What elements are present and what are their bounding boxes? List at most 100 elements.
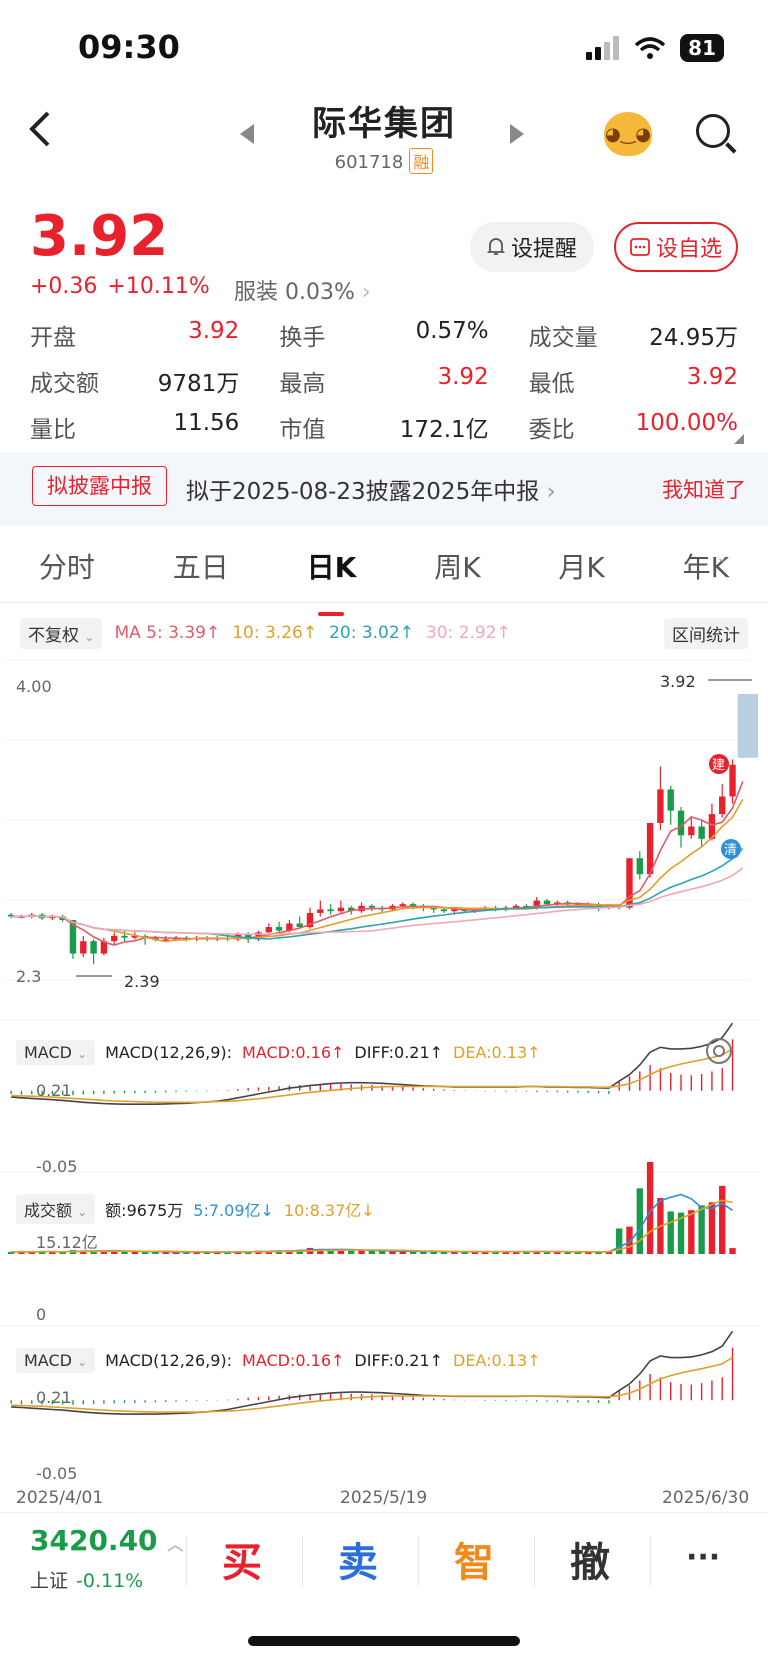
more-button[interactable]: ··· (686, 1540, 720, 1575)
set-alert-label: 设提醒 (510, 237, 577, 262)
stat-item: 成交量 24.95万 (529, 318, 738, 352)
ma-row: 不复权 ⌄ MA 5: 3.39↑ 10: 3.26↑ 20: 3.02↑ 30… (20, 617, 748, 649)
candle-body (719, 796, 726, 815)
quote-stats: 开盘 3.92 换手 0.57% 成交量 24.95万 成交额 9781万 最高 3.92 最低 3.… (30, 318, 738, 444)
expand-corner-icon[interactable] (734, 434, 744, 444)
stat-label: 委比 (528, 417, 575, 443)
action-divider (302, 1536, 303, 1586)
macd1-selector[interactable]: MACD ⌄ (16, 1040, 96, 1065)
signal-icon (586, 36, 620, 60)
stat-value: 9781万 (157, 371, 240, 397)
index-value[interactable]: 3420.40 ︿ (30, 1524, 183, 1557)
tab-period[interactable]: 月K (558, 546, 604, 606)
sector-link[interactable]: 服装 0.03% › (234, 274, 371, 306)
settings-gear-icon[interactable] (706, 1038, 732, 1064)
macd2-diff: DIFF:0.21↑ (354, 1351, 444, 1370)
battery-indicator: 81 (680, 34, 724, 62)
macd1-params: MACD(12,26,9): (105, 1043, 233, 1062)
stat-label: 量比 (30, 417, 76, 443)
candle-body (543, 900, 551, 905)
volume-selector[interactable]: 成交额 ⌄ (16, 1194, 96, 1224)
ma20-value: 20: 3.02↑ (329, 623, 414, 643)
change-percent: +10.11% (107, 274, 210, 299)
buy-marker-text: 建 (712, 758, 725, 773)
tab-period[interactable]: 日K (307, 546, 357, 606)
period-tabs: 分时 五日 日K 周K 月K 年K ⌄ (0, 546, 768, 606)
volume-bar (729, 1248, 736, 1254)
set-alert-button[interactable]: 设提醒 (470, 222, 594, 272)
macd1-header: MACD ⌄ MACD(12,26,9): MACD:0.16↑ DIFF:0.… (16, 1040, 541, 1065)
candle-body (399, 904, 406, 906)
cancel-order-button[interactable]: 撤 (570, 1530, 610, 1588)
stat-item: 委比 100.00% (529, 410, 738, 444)
volume-bar (348, 1250, 355, 1254)
ma5-value: MA 5: 3.39↑ (114, 623, 221, 643)
tab-period[interactable]: 周K (434, 546, 480, 606)
macd2-dea: DEA:0.13↑ (453, 1351, 541, 1370)
smart-button[interactable]: 智 (454, 1530, 494, 1588)
tab-period[interactable]: 五日 (173, 546, 229, 606)
macd1-dea: DEA:0.13↑ (453, 1043, 541, 1062)
tabs-divider (0, 602, 768, 603)
kline-y-bottom: 2.3 (16, 967, 41, 986)
macd2-selector[interactable]: MACD ⌄ (16, 1348, 96, 1373)
chevron-up-icon: ︿ (167, 1535, 184, 1554)
disclosure-link[interactable]: 拟于2025-08-23披露2025年中报 › (186, 472, 556, 506)
stat-value: 172.1亿 (399, 417, 489, 443)
action-divider (650, 1536, 651, 1586)
sell-button[interactable]: 卖 (338, 1530, 378, 1588)
stat-item: 换手 0.57% (279, 318, 488, 352)
volume-bar (141, 1252, 149, 1254)
dismiss-banner-button[interactable]: 我知道了 (662, 474, 746, 504)
adjust-selector[interactable]: 不复权 ⌄ (20, 617, 103, 649)
ma5-line (11, 781, 744, 946)
stock-name: 际华集团 (312, 104, 456, 144)
chevron-down-icon: ⌄ (77, 1047, 88, 1061)
search-icon[interactable] (696, 114, 730, 148)
volume-bar (378, 1251, 386, 1254)
candle-body (368, 905, 376, 908)
candle-body (121, 935, 128, 938)
add-watchlist-button[interactable]: 设自选 (614, 222, 738, 272)
range-stat-button[interactable]: 区间统计 (664, 617, 748, 649)
macd2-selector-label: MACD (24, 1351, 72, 1370)
last-price-label: 3.92 (660, 672, 696, 691)
candle-body (80, 941, 87, 954)
volume-selector-label: 成交额 (24, 1201, 73, 1220)
date-start: 2025/4/01 (16, 1488, 104, 1508)
candle-body (698, 826, 705, 839)
volume-bar (368, 1250, 376, 1254)
stat-value: 24.95万 (649, 325, 738, 351)
disclosure-text: 拟于2025-08-23披露2025年中报 (186, 479, 540, 505)
tab-period[interactable]: 分时 (39, 546, 95, 606)
buy-button[interactable]: 买 (222, 1530, 262, 1588)
macd1-diff: DIFF:0.21↑ (354, 1043, 444, 1062)
candle-body (667, 789, 674, 811)
macd2-macd: MACD:0.16↑ (242, 1351, 345, 1370)
candle-body (337, 907, 345, 912)
status-icons: 81 (586, 34, 724, 62)
watchlist-icon (630, 238, 650, 256)
home-indicator (248, 1636, 520, 1646)
stat-label: 市值 (279, 417, 326, 443)
ma20-line (11, 847, 744, 940)
ma30-value: 30: 2.92↑ (425, 623, 511, 643)
action-divider (186, 1536, 187, 1586)
change-value: +0.36 (30, 274, 98, 299)
stat-item: 量比 11.56 (30, 410, 239, 444)
margin-tag: 融 (409, 148, 434, 174)
adjust-label: 不复权 (28, 625, 79, 646)
mascot-icon[interactable]: ◕‿◕ (604, 112, 652, 156)
volume-bar (719, 1185, 726, 1254)
volume-bar (688, 1210, 695, 1254)
date-mid: 2025/5/19 (340, 1488, 428, 1508)
chevron-down-icon: ⌄ (84, 629, 95, 644)
stat-item: 最高 3.92 (279, 364, 488, 398)
volume-ma5: 5:7.09亿↓ (193, 1201, 274, 1220)
ma10-line (11, 798, 744, 943)
chevron-down-icon: ⌄ (716, 550, 728, 566)
volume-bar (698, 1205, 705, 1254)
volume-ma10: 10:8.37亿↓ (283, 1201, 375, 1220)
bell-icon (486, 238, 505, 255)
macd2-y-top: 0.21 (36, 1388, 72, 1407)
